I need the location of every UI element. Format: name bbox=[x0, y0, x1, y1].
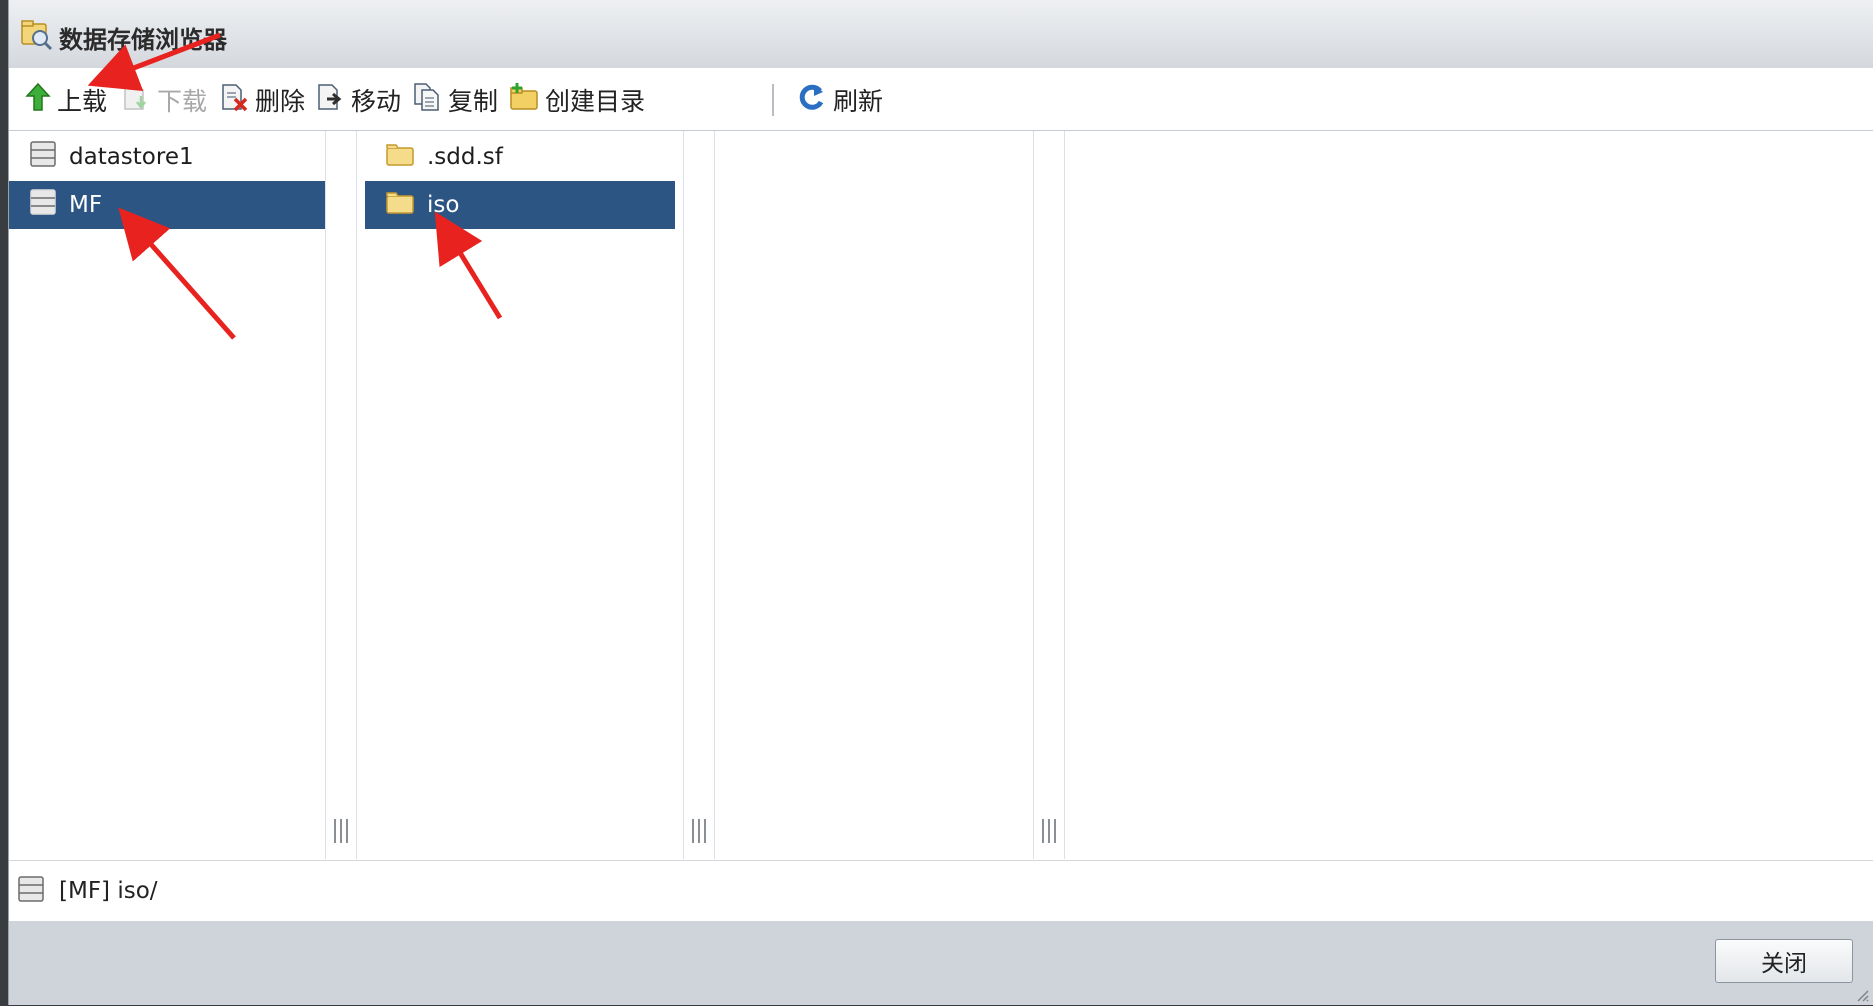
close-label: 关闭 bbox=[1761, 951, 1807, 977]
move-icon bbox=[315, 82, 351, 118]
pane-splitter-2[interactable] bbox=[683, 131, 715, 859]
delete-label: 删除 bbox=[255, 87, 306, 116]
folder-name: iso bbox=[427, 192, 460, 218]
pane-splitter-1[interactable] bbox=[325, 131, 357, 859]
splitter-grip-icon bbox=[692, 819, 706, 843]
resize-grip-icon[interactable] bbox=[1855, 987, 1869, 1002]
datastore-icon bbox=[9, 188, 69, 222]
splitter-grip-icon bbox=[334, 819, 348, 843]
move-label: 移动 bbox=[351, 87, 402, 116]
folder-name: .sdd.sf bbox=[427, 144, 503, 170]
pane-splitter-3[interactable] bbox=[1033, 131, 1065, 859]
copy-label: 复制 bbox=[448, 87, 499, 116]
refresh-icon bbox=[797, 82, 833, 118]
move-button[interactable]: 移动 bbox=[315, 82, 401, 118]
details-pane bbox=[1065, 131, 1873, 859]
datastore-icon bbox=[9, 140, 69, 174]
datastore-row-datastore1[interactable]: datastore1 bbox=[9, 133, 325, 181]
datastore-icon bbox=[17, 875, 45, 907]
download-button[interactable]: 下载 bbox=[121, 82, 207, 118]
upload-label: 上载 bbox=[57, 87, 108, 116]
datastore-name: MF bbox=[69, 192, 103, 218]
delete-icon bbox=[219, 82, 255, 118]
upload-button[interactable]: 上载 bbox=[25, 82, 107, 118]
path-bar: [MF] iso/ bbox=[9, 860, 1873, 922]
copy-icon bbox=[412, 82, 448, 118]
create-directory-button[interactable]: 创建目录 bbox=[509, 82, 645, 118]
datastore-browser-dialog: 数据存储浏览器 上载 下载 删除 移动 复制 创建目录 刷新 datastore… bbox=[8, 0, 1873, 1005]
refresh-button[interactable]: 刷新 bbox=[797, 82, 883, 118]
folder-pane: .sdd.sf iso bbox=[357, 131, 683, 859]
delete-button[interactable]: 删除 bbox=[219, 82, 305, 118]
datastore-browser-icon bbox=[19, 18, 55, 52]
toolbar: 上载 下载 删除 移动 复制 创建目录 刷新 bbox=[9, 68, 1873, 131]
folder-icon bbox=[365, 141, 427, 173]
current-path: [MF] iso/ bbox=[59, 878, 158, 904]
datastore-name: datastore1 bbox=[69, 144, 194, 170]
close-button[interactable]: 关闭 bbox=[1715, 939, 1853, 983]
copy-button[interactable]: 复制 bbox=[412, 82, 498, 118]
contents-pane bbox=[715, 131, 1041, 859]
download-label: 下载 bbox=[157, 87, 208, 116]
refresh-label: 刷新 bbox=[833, 87, 884, 116]
folder-icon bbox=[365, 189, 427, 221]
dialog-title: 数据存储浏览器 bbox=[59, 26, 227, 54]
upload-arrow-icon bbox=[25, 82, 57, 118]
title-bar: 数据存储浏览器 bbox=[9, 0, 1873, 69]
dialog-footer: 关闭 bbox=[9, 921, 1873, 1005]
download-icon bbox=[121, 82, 157, 118]
folder-row-sdd-sf[interactable]: .sdd.sf bbox=[365, 133, 675, 181]
datastore-pane: datastore1 MF bbox=[9, 131, 325, 859]
datastore-row-mf[interactable]: MF bbox=[9, 181, 325, 229]
splitter-grip-icon bbox=[1042, 819, 1056, 843]
toolbar-separator bbox=[772, 84, 774, 116]
create-directory-label: 创建目录 bbox=[545, 87, 646, 116]
new-folder-icon bbox=[509, 82, 545, 118]
folder-row-iso[interactable]: iso bbox=[365, 181, 675, 229]
